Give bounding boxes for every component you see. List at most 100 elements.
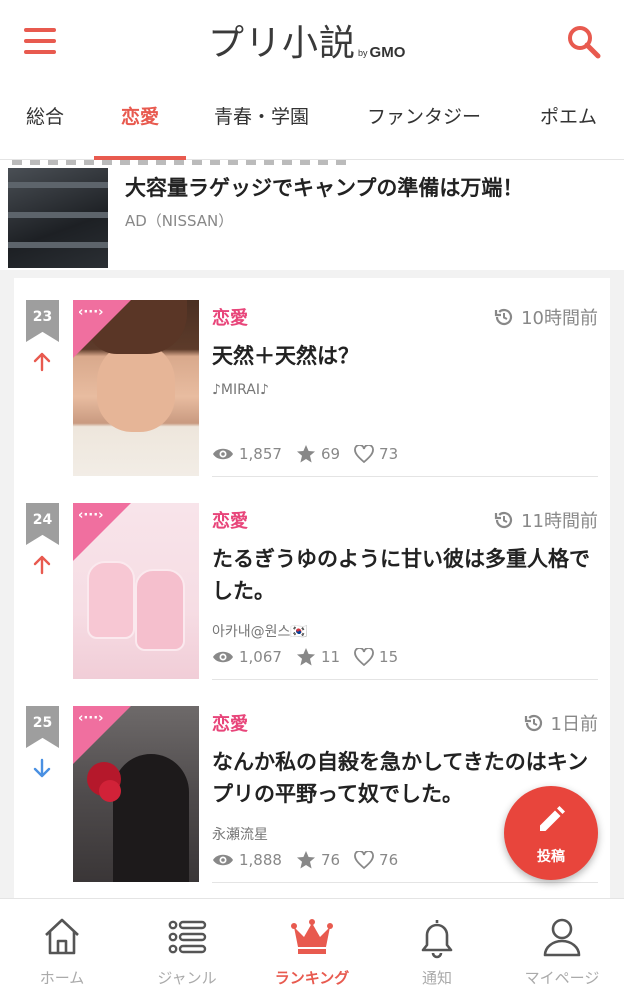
- views-stat: 1,888: [212, 851, 282, 869]
- item-divider: [212, 476, 598, 477]
- rank-badge: 25: [26, 706, 59, 748]
- likes-count: 15: [379, 648, 399, 666]
- nav-mypage[interactable]: マイページ: [500, 899, 624, 1002]
- heart-icon: [354, 445, 374, 463]
- tab-fantasy[interactable]: ファンタジー: [367, 102, 481, 129]
- heart-icon: [354, 648, 374, 666]
- item-divider: [212, 882, 598, 883]
- tab-poem[interactable]: ポエム: [540, 102, 597, 129]
- ranking-item[interactable]: 23 ‹···› 恋愛 10時間前 天然＋天然は？ ♪MIRAI♪ 1,857 …: [14, 278, 610, 481]
- more-dots-icon: ‹···›: [78, 508, 104, 523]
- tab-romance[interactable]: 恋愛: [121, 102, 159, 129]
- pencil-icon: [540, 806, 565, 831]
- nav-home[interactable]: ホーム: [0, 899, 124, 1002]
- story-time: 1日前: [523, 710, 598, 736]
- more-dots-icon: ‹···›: [78, 305, 104, 320]
- likes-stat: 73: [354, 445, 398, 463]
- history-icon: [494, 511, 513, 529]
- star-icon: [296, 445, 315, 463]
- story-thumbnail[interactable]: ‹···›: [73, 503, 199, 679]
- views-count: 1,888: [239, 851, 282, 869]
- story-time: 11時間前: [493, 507, 598, 533]
- story-author[interactable]: 永瀬流星: [212, 824, 268, 844]
- ranking-item[interactable]: 24 ‹···› 恋愛 11時間前 たるぎうゆのように甘い彼は多重人格でした。 …: [14, 481, 610, 684]
- logo-brand: GMO: [369, 44, 406, 61]
- story-author[interactable]: 아카내@원스🇰🇷: [212, 621, 308, 641]
- story-category: 恋愛: [212, 308, 248, 329]
- ad-image: [8, 168, 108, 268]
- trend-up-icon: [33, 555, 51, 575]
- category-tabs: 総合 恋愛 青春・学園 ファンタジー ポエム: [0, 84, 624, 160]
- list-icon: [168, 920, 207, 954]
- history-icon: [524, 714, 542, 732]
- story-category: 恋愛: [212, 714, 248, 735]
- nav-home-label: ホーム: [39, 969, 85, 987]
- home-icon: [45, 918, 79, 955]
- user-icon: [543, 918, 581, 957]
- search-icon[interactable]: [566, 24, 602, 60]
- logo-by: by: [358, 48, 368, 58]
- ad-banner[interactable]: 大容量ラゲッジでキャンプの準備は万端！ AD（NISSAN）: [0, 160, 624, 270]
- stars-stat: 76: [296, 850, 340, 870]
- story-time: 10時間前: [493, 304, 598, 330]
- nav-ranking[interactable]: ランキング: [250, 899, 374, 1002]
- story-stats: 1,857 69 73: [212, 444, 412, 464]
- hamburger-menu-icon[interactable]: [24, 28, 56, 54]
- bell-icon: [421, 920, 453, 959]
- eye-icon: [213, 854, 233, 866]
- logo-text: プリ小説: [208, 23, 357, 64]
- views-stat: 1,857: [212, 445, 282, 463]
- stars-stat: 69: [296, 444, 340, 464]
- story-thumbnail[interactable]: ‹···›: [73, 706, 199, 882]
- views-count: 1,857: [239, 445, 282, 463]
- scrolled-content-edge: [12, 160, 352, 165]
- likes-stat: 15: [354, 648, 398, 666]
- rank-badge: 23: [26, 300, 59, 342]
- views-count: 1,067: [239, 648, 282, 666]
- eye-icon: [213, 651, 233, 663]
- story-stats: 1,067 11 15: [212, 647, 412, 667]
- stars-stat: 11: [296, 647, 340, 667]
- app-header: プリ小説 by GMO: [0, 0, 624, 84]
- crown-icon: [291, 919, 333, 954]
- nav-ranking-label: ランキング: [274, 969, 350, 987]
- bottom-navigation: ホーム ジャンル ランキング 通知 マイページ: [0, 898, 624, 1002]
- history-icon: [494, 308, 513, 326]
- story-title[interactable]: 天然＋天然は？: [212, 340, 600, 372]
- nav-genre-label: ジャンル: [157, 969, 217, 987]
- more-dots-icon: ‹···›: [78, 711, 104, 726]
- nav-notifications-label: 通知: [421, 969, 452, 987]
- nav-mypage-label: マイページ: [524, 969, 600, 987]
- rank-badge: 24: [26, 503, 59, 545]
- story-stats: 1,888 76 76: [212, 850, 412, 870]
- item-divider: [212, 679, 598, 680]
- heart-icon: [354, 851, 374, 869]
- time-text: 11時間前: [521, 511, 598, 532]
- stars-count: 76: [320, 851, 341, 869]
- nav-genre[interactable]: ジャンル: [125, 899, 249, 1002]
- stars-count: 69: [320, 445, 341, 463]
- story-author[interactable]: ♪MIRAI♪: [212, 382, 269, 398]
- star-icon: [296, 648, 315, 666]
- trend-up-icon: [33, 352, 51, 372]
- tab-youth-school[interactable]: 青春・学園: [214, 102, 309, 129]
- eye-icon: [213, 448, 233, 460]
- app-logo[interactable]: プリ小説 by GMO: [208, 18, 405, 66]
- views-stat: 1,067: [212, 648, 282, 666]
- story-category: 恋愛: [212, 511, 248, 532]
- likes-count: 73: [379, 445, 399, 463]
- post-button-label: 投稿: [537, 849, 565, 865]
- likes-count: 76: [379, 851, 399, 869]
- star-icon: [296, 851, 315, 869]
- post-button[interactable]: 投稿: [504, 786, 598, 880]
- trend-down-icon: [33, 758, 51, 778]
- nav-notifications[interactable]: 通知: [375, 899, 499, 1002]
- time-text: 10時間前: [521, 308, 598, 329]
- ad-title: 大容量ラゲッジでキャンプの準備は万端！: [125, 176, 524, 200]
- story-title[interactable]: たるぎうゆのように甘い彼は多重人格でした。: [212, 543, 600, 607]
- stars-count: 11: [320, 648, 341, 666]
- ad-source: AD（NISSAN）: [125, 212, 234, 230]
- tab-overall[interactable]: 総合: [26, 102, 64, 129]
- story-thumbnail[interactable]: ‹···›: [73, 300, 199, 476]
- time-text: 1日前: [550, 714, 598, 735]
